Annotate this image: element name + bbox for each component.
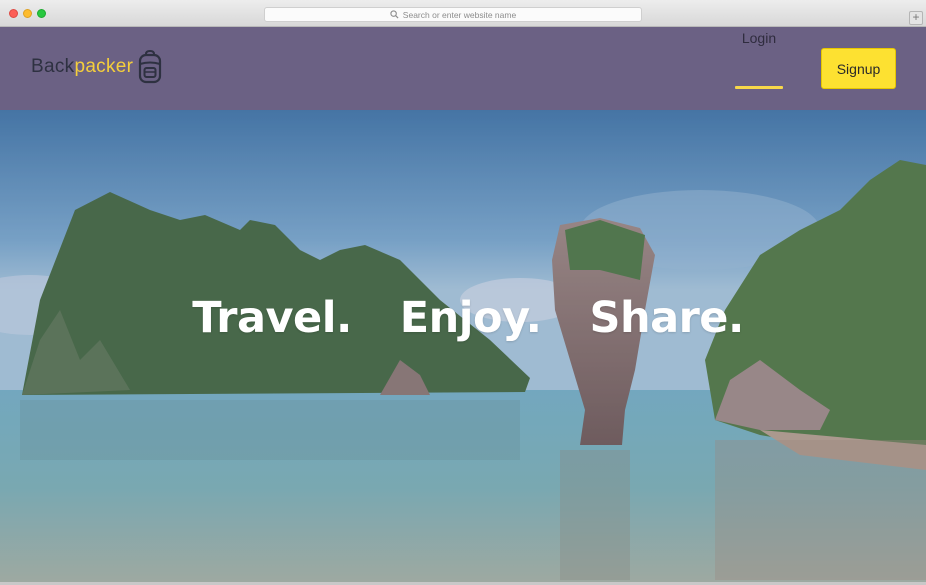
close-window-button[interactable]	[9, 9, 18, 18]
maximize-window-button[interactable]	[37, 9, 46, 18]
minimize-window-button[interactable]	[23, 9, 32, 18]
new-tab-button[interactable]: +	[909, 11, 923, 25]
backpack-icon	[139, 50, 162, 84]
brand-name: Backpacker	[31, 56, 133, 78]
login-link[interactable]: Login	[735, 27, 783, 62]
brand-name-part2: packer	[74, 56, 134, 77]
signup-button[interactable]: Signup	[821, 48, 896, 89]
address-bar[interactable]: Search or enter website name	[264, 7, 642, 22]
tagline-word-travel: Travel.	[192, 293, 352, 343]
tagline-word-share: Share.	[589, 293, 744, 343]
site-header: Backpacker	[0, 27, 926, 110]
address-bar-placeholder: Search or enter website name	[402, 9, 517, 20]
hero-section: Travel. Enjoy. Share.	[0, 110, 926, 582]
browser-chrome: Search or enter website name +	[0, 0, 926, 27]
tagline-word-enjoy: Enjoy.	[399, 293, 542, 343]
login-active-underline	[735, 86, 783, 89]
hero-tagline: Travel. Enjoy. Share.	[0, 293, 926, 353]
brand-name-part1: Back	[31, 56, 75, 77]
brand-logo[interactable]: Backpacker	[31, 49, 163, 85]
search-icon	[390, 10, 399, 19]
